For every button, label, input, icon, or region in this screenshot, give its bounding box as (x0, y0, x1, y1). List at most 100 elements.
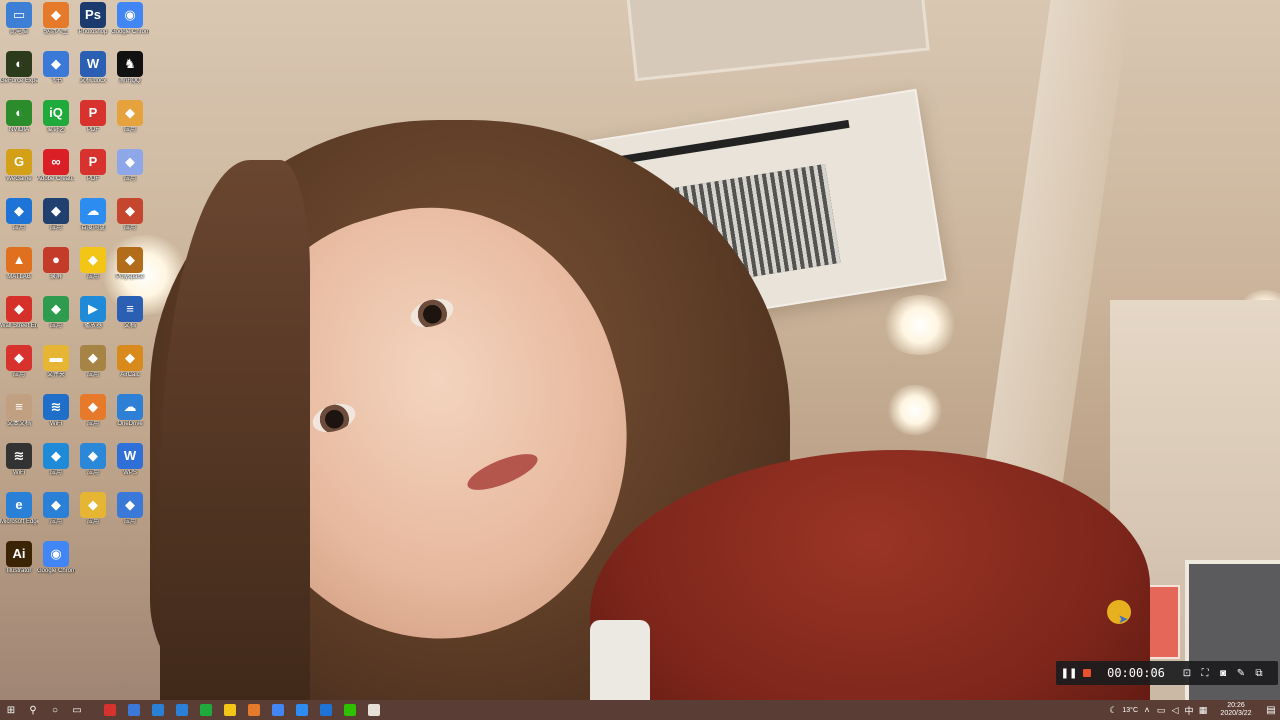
desktop-icon[interactable]: ≋ WiFi (37, 394, 75, 442)
desktop-icon-label: 应用 (86, 372, 99, 378)
windows-start-icon[interactable]: ⊞ (0, 700, 22, 720)
system-tray: ☾ 13°C ˄ ▭ ◁ 中 ▦ 20:26 2020/3/22 ▤ (1106, 700, 1280, 720)
desktop-icon[interactable]: ≋ WiFi (0, 443, 38, 491)
record-icon: ● (43, 247, 69, 273)
desktop-icon[interactable]: ◆ 驱动人生 (37, 2, 75, 50)
camera-icon[interactable]: ◙ (1214, 661, 1232, 685)
taskbar-app-icon[interactable] (242, 700, 266, 720)
desktop-icon[interactable]: ≡ 文本文档 (0, 394, 38, 442)
wifi-icon: ≋ (6, 443, 32, 469)
desktop-icon[interactable]: iQ 爱奇艺 (37, 100, 75, 148)
desktop-icon[interactable]: Ps Photoshop (74, 2, 112, 50)
taskbar-app-icon[interactable] (122, 700, 146, 720)
pen-icon[interactable]: ✎ (1232, 661, 1250, 685)
desktop-icon[interactable]: ◆ 飞书 (37, 51, 75, 99)
desktop-icon[interactable]: W 文档.docx (74, 51, 112, 99)
desktop-icon[interactable]: ◆ 应用 (0, 345, 38, 393)
desktop-icon[interactable]: ▶ 播放器 (74, 296, 112, 344)
desktop-icon[interactable]: ▲ MATLAB (0, 247, 38, 295)
app-icon: ◆ (117, 198, 143, 224)
desktop-icon[interactable]: ◉Google Chrome (37, 541, 75, 589)
desktop-icon-label: 文件夹 (46, 372, 65, 378)
desktop-icon[interactable]: ◆ 应用 (37, 443, 75, 491)
notification-icon[interactable]: ▤ (1262, 705, 1280, 716)
desktop-icon[interactable]: ▬ 文件夹 (37, 345, 75, 393)
app-icon (320, 704, 332, 716)
keyboard-icon[interactable]: ▦ (1196, 700, 1210, 720)
taskbar-app-icon[interactable] (290, 700, 314, 720)
desktop-icon-label: 应用 (123, 176, 136, 182)
desktop-icon[interactable]: ◉Google Chrome (111, 2, 149, 50)
desktop-icon[interactable]: ☁ 百度网盘 (74, 198, 112, 246)
nvidia-icon: ◐ (6, 51, 32, 77)
app-icon (248, 704, 260, 716)
wps-icon: W (117, 443, 143, 469)
desktop-icon[interactable]: ◆ 应用 (74, 443, 112, 491)
network-icon[interactable]: ▭ (1154, 700, 1168, 720)
desktop-icon[interactable]: ◆ 应用 (111, 100, 149, 148)
desktop-icon[interactable]: ◆ 应用 (111, 198, 149, 246)
taskbar-app-icon[interactable] (218, 700, 242, 720)
desktop-icon[interactable]: G WeGame (0, 149, 38, 197)
desktop-icon[interactable]: ◆Wall Street English (0, 296, 38, 344)
task-view-icon[interactable]: ▭ (66, 700, 88, 720)
desktop-icon[interactable]: e Microsoft Edge (0, 492, 38, 540)
ime-indicator[interactable]: 中 (1182, 700, 1196, 720)
cloud-icon: ☁ (117, 394, 143, 420)
desktop-icon-label: MATLAB (7, 274, 31, 280)
desktop-icon-label: 应用 (86, 470, 99, 476)
search-icon[interactable]: ⚲ (22, 700, 44, 720)
taskbar-app-icon[interactable] (194, 700, 218, 720)
desktop-icon[interactable]: ◆ 应用 (111, 149, 149, 197)
desktop-icon[interactable]: ◆ Polyspace (111, 247, 149, 295)
edge-icon (152, 704, 164, 716)
taskbar-chrome-icon[interactable] (266, 700, 290, 720)
cortana-icon[interactable]: ○ (44, 700, 66, 720)
desktop-icon[interactable]: ☁ OneDrive (111, 394, 149, 442)
player-icon: ▶ (80, 296, 106, 322)
desktop-icon[interactable]: ◆ 应用 (37, 198, 75, 246)
weather-icon[interactable]: ☾ (1106, 700, 1120, 720)
doc-icon: ≡ (117, 296, 143, 322)
desktop-icon[interactable]: ◆ AirCalc (111, 345, 149, 393)
desktop-icon[interactable]: ◆ 应用 (37, 492, 75, 540)
desktop-icon[interactable]: ◆ 应用 (74, 492, 112, 540)
taskbar-app-icon[interactable] (98, 700, 122, 720)
minimize-icon[interactable]: ⧉ (1250, 661, 1268, 685)
taskbar-wechat-icon[interactable] (338, 700, 362, 720)
desktop-icon-label: 应用 (49, 323, 62, 329)
word-doc-icon: W (80, 51, 106, 77)
taskbar-app-icon[interactable] (314, 700, 338, 720)
desktop-icon[interactable]: ◆ 应用 (74, 247, 112, 295)
desktop-icon[interactable]: P PDF (74, 100, 112, 148)
taskbar-edge-icon[interactable] (146, 700, 170, 720)
desktop-icon[interactable]: ◆ 应用 (74, 345, 112, 393)
desktop-icon[interactable]: ◆ 应用 (74, 394, 112, 442)
desktop-icon[interactable]: ∞ Adobe Creati... (37, 149, 75, 197)
pause-icon[interactable]: ❚❚ (1060, 661, 1078, 685)
taskbar-edge-icon[interactable] (170, 700, 194, 720)
desktop-icon[interactable]: ◐GeForce Experience (0, 51, 38, 99)
taskbar-app-icon[interactable] (362, 700, 386, 720)
clock[interactable]: 20:26 2020/3/22 (1214, 702, 1258, 718)
desktop-icon-label: WeGame (6, 176, 32, 182)
desktop-icon[interactable]: W WPS (111, 443, 149, 491)
desktop-icon[interactable]: ● 录屏 (37, 247, 75, 295)
desktop-icon-label: Adobe Creati... (37, 176, 75, 182)
desktop-icon[interactable]: ◆ 应用 (111, 492, 149, 540)
ceiling-panel (626, 0, 930, 82)
desktop-icon[interactable]: ◆ 应用 (37, 296, 75, 344)
fullscreen-icon[interactable]: ⛶ (1196, 661, 1214, 685)
volume-icon[interactable]: ◁ (1168, 700, 1182, 720)
desktop-icon-label: Wall Street English (0, 323, 38, 329)
stop-icon[interactable] (1078, 661, 1096, 685)
desktop-icon[interactable]: ♞ 腾讯QQ (111, 51, 149, 99)
chevron-up-icon[interactable]: ˄ (1140, 700, 1154, 720)
desktop-icon[interactable]: P PDF (74, 149, 112, 197)
region-icon[interactable]: ⊡ (1178, 661, 1196, 685)
desktop-icon[interactable]: ◐ NVIDIA (0, 100, 38, 148)
desktop-icon[interactable]: Ai Illustrator (0, 541, 38, 589)
desktop-icon[interactable]: ◆ 应用 (0, 198, 38, 246)
desktop-icon[interactable]: ≡ 文档 (111, 296, 149, 344)
desktop-icon[interactable]: ▭ 此电脑 (0, 2, 38, 50)
